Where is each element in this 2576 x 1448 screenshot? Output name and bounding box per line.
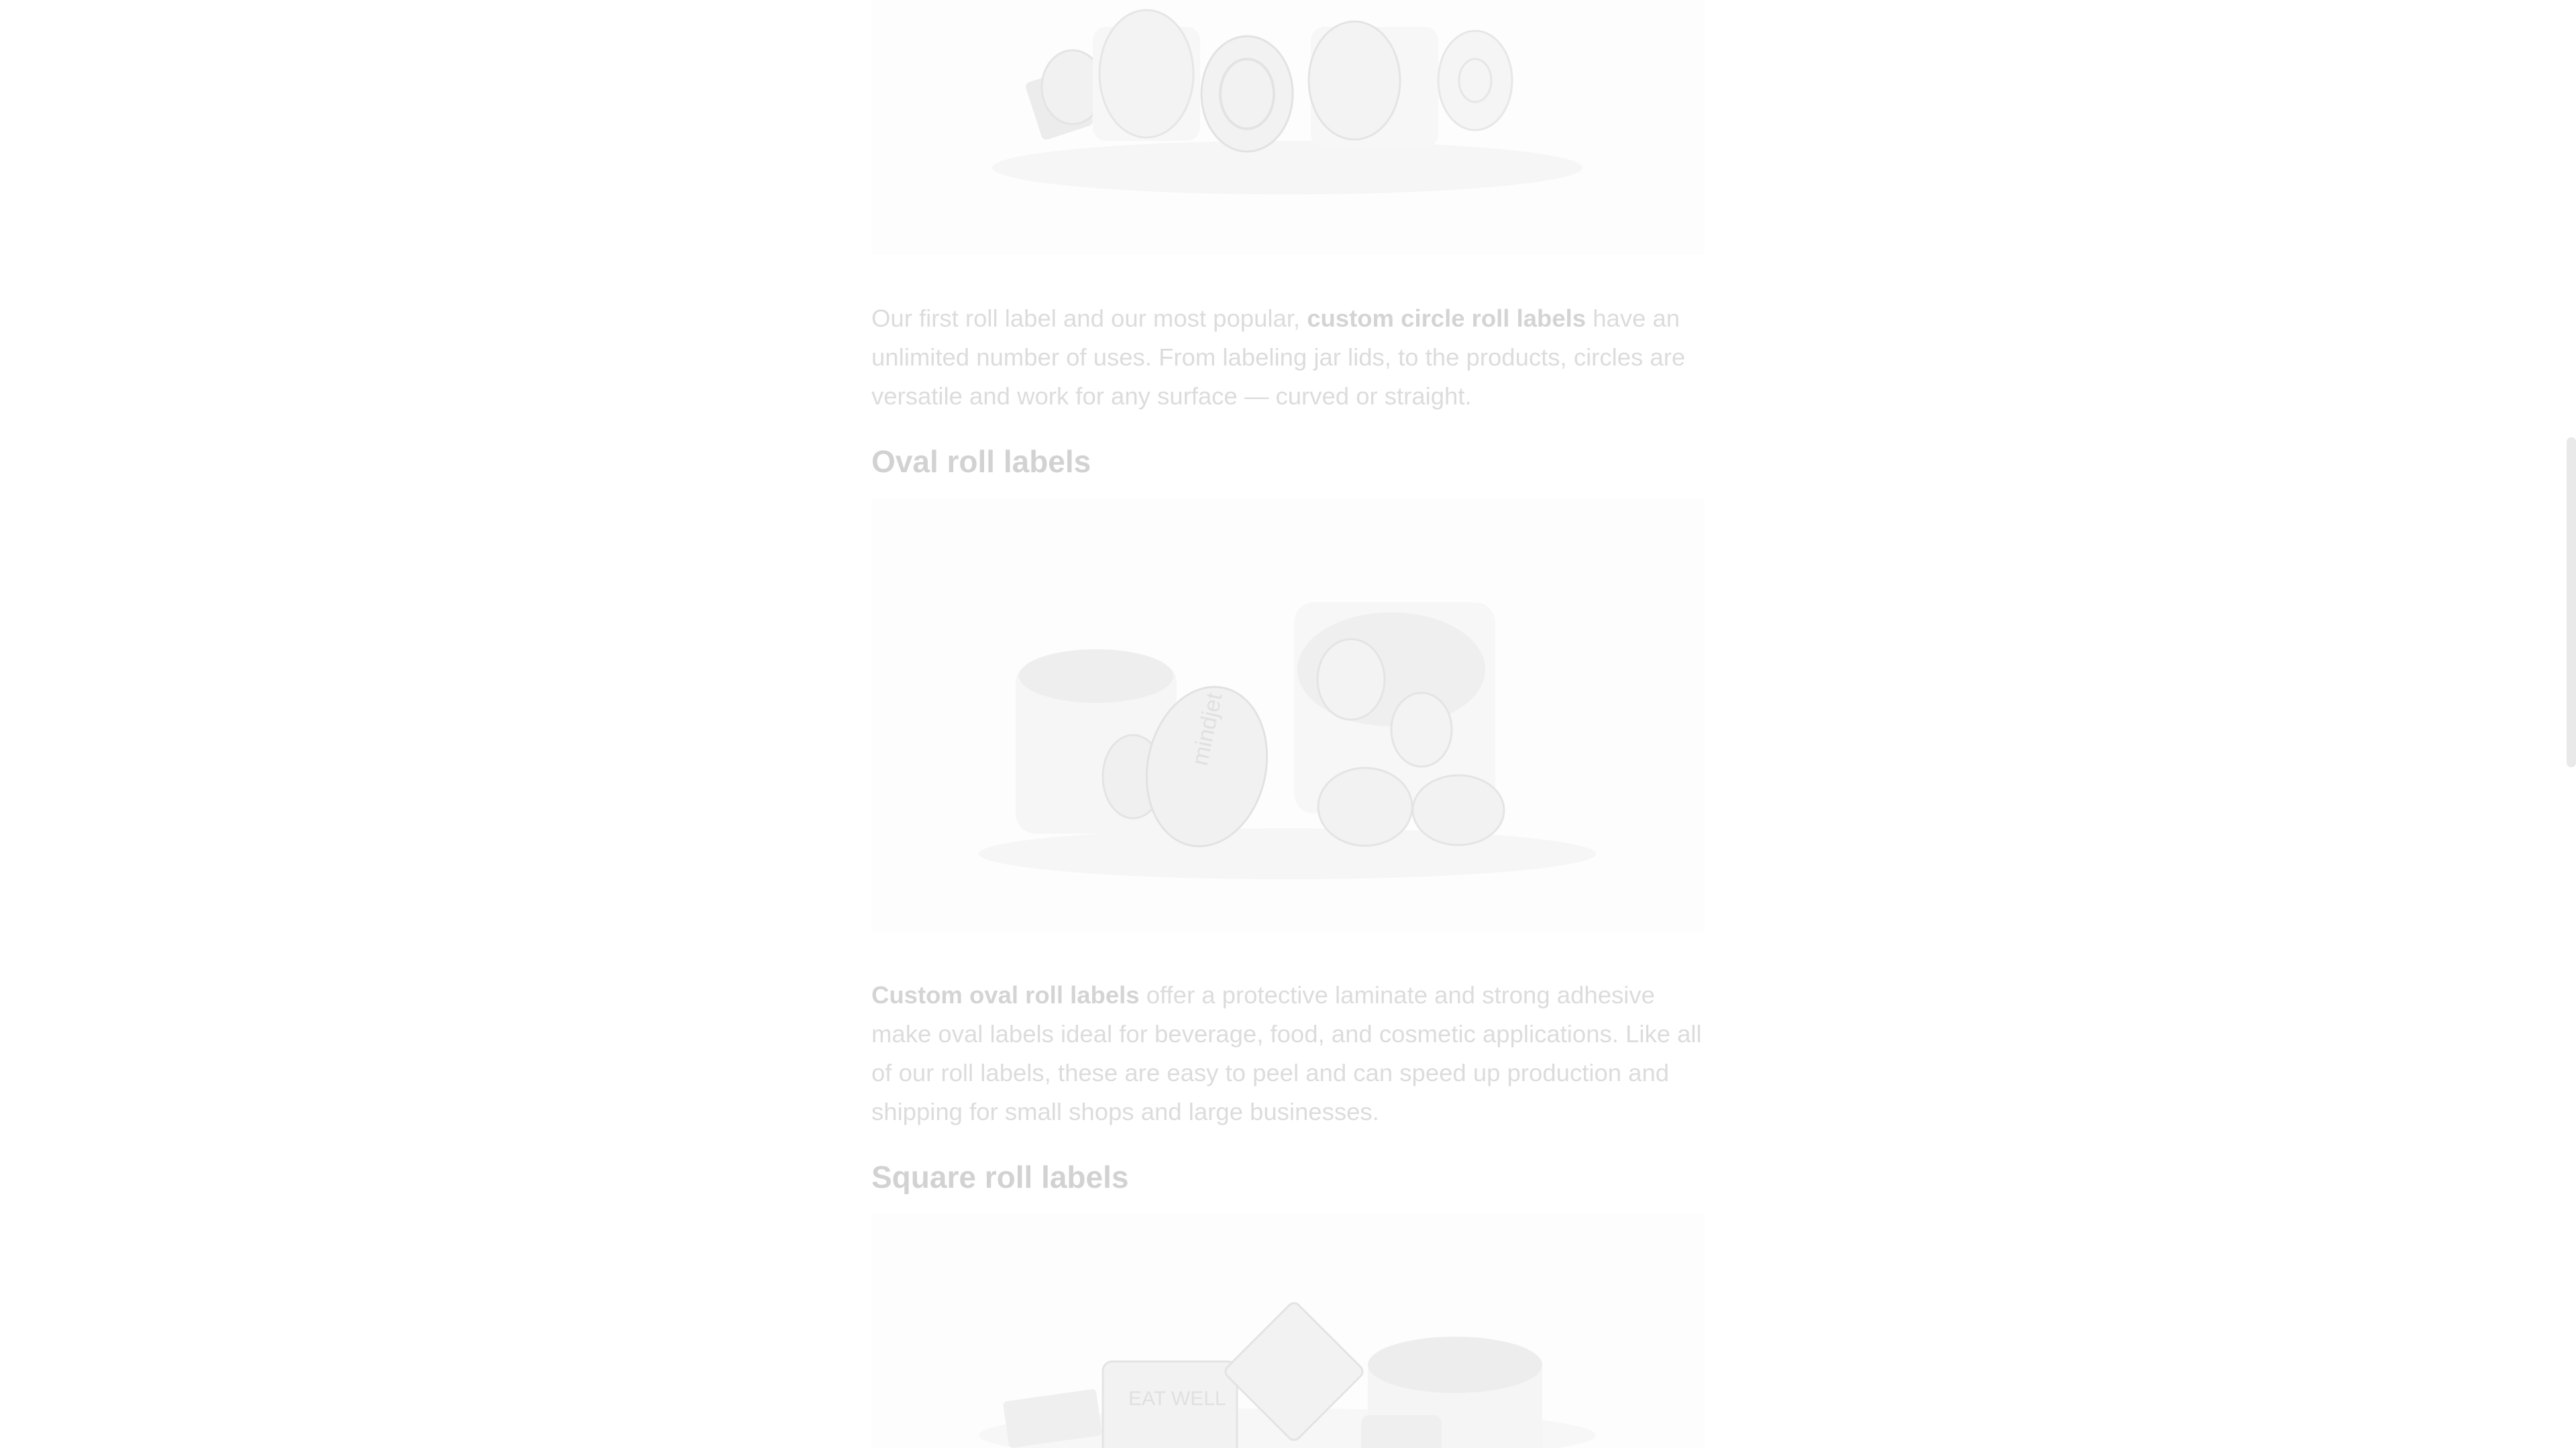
scrollbar-thumb[interactable] <box>2567 437 2576 767</box>
article: Our first roll label and our most popula… <box>871 0 1705 1448</box>
circle-roll-labels-image <box>871 0 1705 255</box>
oval-roll-labels-image: mindjet <box>871 498 1705 932</box>
oval-roll-labels-paragraph: Custom oval roll labels offer a protecti… <box>871 976 1705 1131</box>
square-roll-labels-heading: Square roll labels <box>871 1160 1129 1194</box>
paragraph-text: Our first roll label and our most popula… <box>871 304 1307 332</box>
square-label-brand-text: EAT WELL <box>1128 1388 1226 1410</box>
page: Our first roll label and our most popula… <box>0 0 2576 1448</box>
custom-circle-roll-labels-link[interactable]: custom circle roll labels <box>1307 304 1586 332</box>
circle-roll-labels-paragraph: Our first roll label and our most popula… <box>871 299 1705 416</box>
square-roll-labels-image: EAT WELL <box>871 1214 1705 1448</box>
custom-oval-roll-labels-link[interactable]: Custom oval roll labels <box>871 981 1140 1009</box>
oval-roll-labels-heading: Oval roll labels <box>871 444 1091 479</box>
